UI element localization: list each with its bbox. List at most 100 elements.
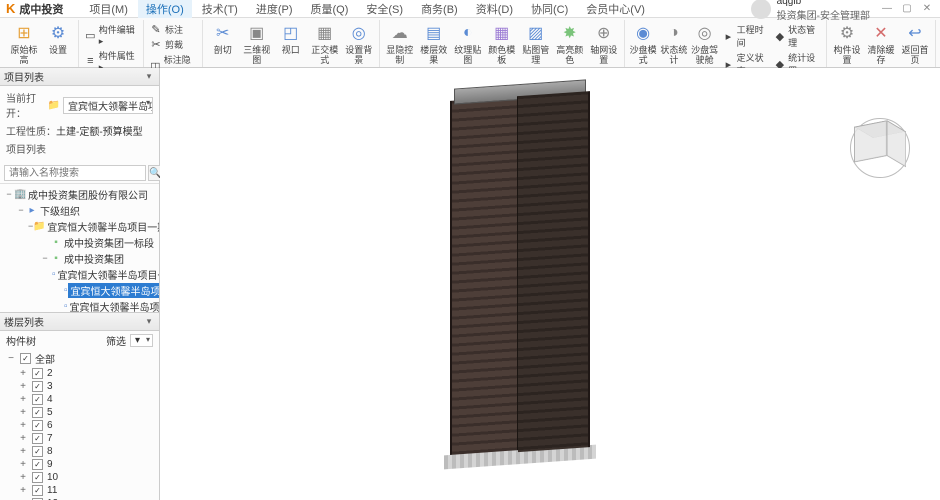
floor-item[interactable]: +✓10 [0,471,159,484]
floor-item[interactable]: +✓8 [0,445,159,458]
tree-node[interactable]: −📁宜宾恒大领馨半岛项目一期 [0,218,159,234]
ribbon-small-tool[interactable]: ✎标注 [148,22,198,37]
ribbon-tool[interactable]: ◎设置背景 [343,20,375,65]
minimize-button[interactable]: — [880,3,894,15]
tree-node[interactable]: −🏢成中投资集团股份有限公司 [0,186,159,202]
expand-icon[interactable]: + [18,433,28,444]
menu-item[interactable]: 质量(Q) [303,0,357,18]
expand-icon[interactable]: + [18,368,28,379]
3d-viewport[interactable] [160,68,940,500]
floor-panel-collapse-button[interactable]: ▾ [143,316,155,328]
checkbox[interactable]: ✓ [32,394,43,405]
ribbon-tool[interactable]: ↩返回首页 [899,20,931,65]
floor-list[interactable]: −✓全部+✓2+✓3+✓4+✓5+✓6+✓7+✓8+✓9+✓10+✓11+✓12… [0,350,159,500]
expand-icon[interactable]: + [18,446,28,457]
tree-node[interactable]: ▫宜宾恒大领馨半岛项目一期5 [0,282,159,298]
ribbon-small-tool[interactable]: ✂剪裁 [148,37,198,52]
user-block[interactable]: aqglb 投资集团-安全管理部 [751,0,870,22]
ribbon-tool[interactable]: ▣三维视图 [241,20,273,65]
ribbon-tool[interactable]: ◰视口 [275,20,307,55]
small-tool-label: 工程时间 [737,23,769,49]
floor-item[interactable]: +✓11 [0,484,159,497]
tree-toggle-icon[interactable]: − [4,189,14,199]
checkbox[interactable]: ✓ [32,446,43,457]
tree-toggle-icon[interactable]: − [16,205,26,215]
menu-item[interactable]: 资料(D) [468,0,521,18]
view-cube[interactable] [850,118,910,178]
main-menu-bar: 项目(M)操作(O)技术(T)进度(P)质量(Q)安全(S)商务(B)资料(D)… [81,0,653,18]
ribbon-tool[interactable]: ✂剖切 [207,20,239,55]
tree-node[interactable]: −▪成中投资集团 [0,250,159,266]
close-button[interactable]: ✕ [920,3,934,15]
floor-item[interactable]: +✓3 [0,380,159,393]
ribbon-tool[interactable]: ▦正交模式 [309,20,341,65]
menu-item[interactable]: 安全(S) [358,0,411,18]
ribbon-tool[interactable]: ✸高亮颜色 [554,20,586,65]
ribbon-tool[interactable]: ▦颜色模板 [486,20,518,65]
expand-icon[interactable]: + [18,472,28,483]
expand-icon[interactable]: + [18,407,28,418]
checkbox[interactable]: ✓ [20,353,31,364]
menu-item[interactable]: 会员中心(V) [578,0,653,18]
floor-item[interactable]: +✓4 [0,393,159,406]
current-open-dropdown[interactable]: 宜宾恒大领馨半岛项目一期5#楼土建 [63,97,153,114]
menu-item[interactable]: 商务(B) [413,0,466,18]
ribbon-tool[interactable]: ⊞原始标高 [8,20,40,65]
floor-item[interactable]: +✓9 [0,458,159,471]
building-model[interactable] [450,84,590,464]
expand-icon[interactable]: + [18,459,28,470]
ribbon-tool[interactable]: ◐纹理贴图 [452,20,484,65]
ribbon-tool[interactable]: ◉沙盘模式 [629,20,658,65]
maximize-button[interactable]: ▢ [900,3,914,15]
floor-item-all[interactable]: −✓全部 [0,350,159,367]
ribbon-tool[interactable]: ⚙构件设置 [831,20,863,65]
ribbon-tool[interactable]: ⚙设置 [42,20,74,55]
floor-item[interactable]: +✓6 [0,419,159,432]
menu-item[interactable]: 协同(C) [523,0,576,18]
tool-label: 视口 [282,45,300,55]
menu-item[interactable]: 技术(T) [194,0,246,18]
checkbox[interactable]: ✓ [32,407,43,418]
ribbon-small-tool[interactable]: ◆状态管理 [773,22,822,50]
expand-icon[interactable]: + [18,420,28,431]
expand-icon[interactable]: − [6,353,16,364]
tool-icon: ↩ [904,22,926,44]
expand-icon[interactable]: + [18,394,28,405]
tree-node[interactable]: ▪成中投资集团一标段 [0,234,159,250]
expand-icon[interactable]: + [18,381,28,392]
ribbon-group: ✂剖切▣三维视图◰视口▦正交模式◎设置背景视图 [203,20,380,67]
ribbon-tool[interactable]: ⊕轴网设置 [588,20,620,65]
ribbon-tool[interactable]: ◑状态统计 [659,20,688,65]
checkbox[interactable]: ✓ [32,459,43,470]
tree-toggle-icon[interactable]: − [40,253,50,263]
ribbon-tool[interactable]: ◎沙盘驾驶舱 [690,20,719,65]
menu-item[interactable]: 操作(O) [138,0,192,18]
checkbox[interactable]: ✓ [32,381,43,392]
tool-label: 剖切 [214,45,232,55]
checkbox[interactable]: ✓ [32,420,43,431]
floor-panel: 楼层列表 ▾ 构件树 筛选 ▾ −✓全部+✓2+✓3+✓4+✓5+✓6+✓7+✓… [0,312,159,500]
ribbon-tool[interactable]: ▨贴图管理 [520,20,552,65]
panel-collapse-button[interactable]: ▾ [143,71,155,83]
tree-node[interactable]: −▸下级组织 [0,202,159,218]
menu-item[interactable]: 项目(M) [81,0,136,18]
ribbon-small-tool[interactable]: ▸工程时间 [721,22,770,50]
project-tree[interactable]: −🏢成中投资集团股份有限公司−▸下级组织−📁宜宾恒大领馨半岛项目一期▪成中投资集… [0,184,159,312]
floor-item[interactable]: +✓2 [0,367,159,380]
filter-dropdown[interactable]: ▾ [130,334,153,347]
checkbox[interactable]: ✓ [32,472,43,483]
ribbon-tool[interactable]: ☁显隐控制 [384,20,416,65]
ribbon-tool[interactable]: ▤楼层效果 [418,20,450,65]
tree-node[interactable]: ▫宜宾恒大领馨半岛项目一期5#楼 [0,266,159,282]
project-search-input[interactable] [4,165,146,181]
expand-icon[interactable]: + [18,485,28,496]
floor-item[interactable]: +✓7 [0,432,159,445]
checkbox[interactable]: ✓ [32,485,43,496]
ribbon-tool[interactable]: ✕清除缓存 [865,20,897,65]
checkbox[interactable]: ✓ [32,368,43,379]
tree-node[interactable]: ▫宜宾恒大领馨半岛项目一期5· [0,298,159,312]
checkbox[interactable]: ✓ [32,433,43,444]
ribbon-small-tool[interactable]: ▭构件编辑 ▸ [83,22,139,48]
menu-item[interactable]: 进度(P) [248,0,301,18]
floor-item[interactable]: +✓5 [0,406,159,419]
